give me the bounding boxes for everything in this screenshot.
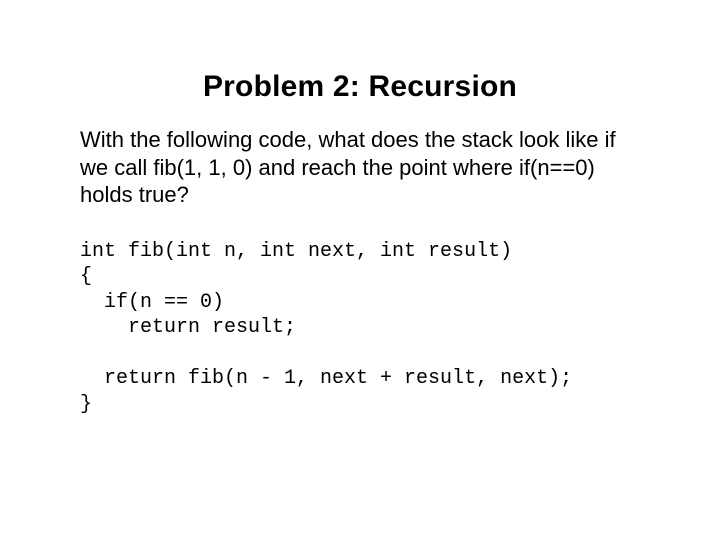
code-block: int fib(int n, int next, int result) { i… xyxy=(80,239,640,418)
slide-title: Problem 2: Recursion xyxy=(80,70,640,104)
question-text: With the following code, what does the s… xyxy=(80,126,640,209)
slide: Problem 2: Recursion With the following … xyxy=(0,0,720,540)
